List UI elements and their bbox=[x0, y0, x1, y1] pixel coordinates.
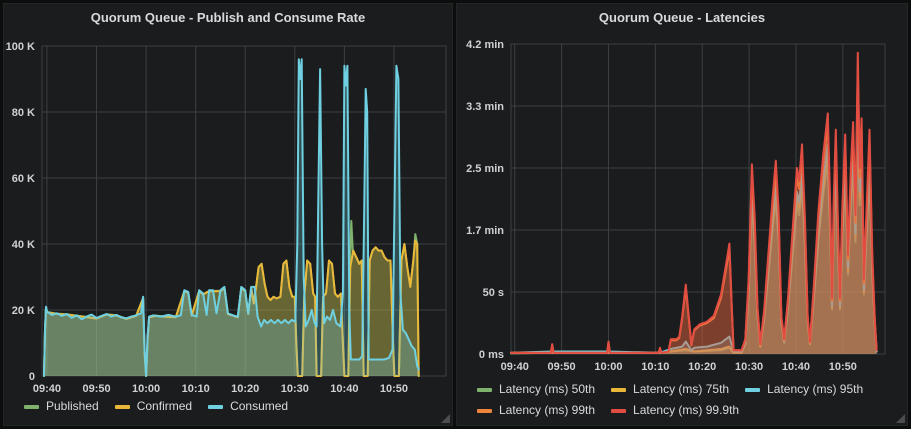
x-tick-label: 10:30 bbox=[735, 361, 763, 373]
x-tick-label: 10:10 bbox=[182, 383, 210, 395]
x-tick-label: 09:40 bbox=[501, 361, 529, 373]
legend-item-latency-ms-99th[interactable]: Latency (ms) 99th bbox=[477, 400, 595, 421]
legend-color-dash-icon bbox=[24, 405, 39, 409]
legend: Latency (ms) 50thLatency (ms) 75thLatenc… bbox=[477, 379, 897, 421]
legend-color-dash-icon bbox=[745, 388, 760, 392]
x-tick-label: 10:20 bbox=[231, 383, 259, 395]
latencies-chart[interactable]: 0 ms 50 s 1.7 min 2.5 min 3.3 min 4.2 min 09:4… bbox=[457, 4, 909, 427]
y-tick-label: 0 ms bbox=[479, 349, 504, 361]
y-tick-label: 1.7 min bbox=[466, 225, 504, 237]
legend-item-latency-ms-95th[interactable]: Latency (ms) 95th bbox=[745, 379, 863, 400]
x-tick-label: 10:00 bbox=[132, 383, 160, 395]
y-tick-label: 3.3 min bbox=[466, 101, 504, 113]
legend-color-dash-icon bbox=[115, 405, 130, 409]
y-tick-label: 20 K bbox=[12, 305, 35, 317]
legend-item-confirmed[interactable]: Confirmed bbox=[115, 396, 192, 417]
legend: Published Confirmed Consumed bbox=[24, 396, 442, 417]
legend-item-latency-ms-99-9th[interactable]: Latency (ms) 99.9th bbox=[611, 400, 739, 421]
y-tick-label: 80 K bbox=[12, 107, 35, 119]
legend-color-dash-icon bbox=[477, 388, 492, 392]
y-tick-label: 60 K bbox=[12, 173, 35, 185]
x-tick-label: 10:40 bbox=[330, 383, 358, 395]
legend-item-consumed[interactable]: Consumed bbox=[208, 396, 288, 417]
x-tick-label: 10:10 bbox=[641, 361, 669, 373]
x-tick-label: 10:50 bbox=[380, 383, 408, 395]
series-area-latency-ms-99-9th bbox=[511, 53, 877, 354]
publish-consume-chart[interactable]: 0 20 K 40 K 60 K 80 K 100 K 09:40 09:50 10:00 10:… bbox=[4, 4, 454, 427]
y-tick-label: 0 bbox=[29, 371, 35, 383]
legend-color-dash-icon bbox=[611, 409, 626, 413]
legend-item-latency-ms-50th[interactable]: Latency (ms) 50th bbox=[477, 379, 595, 400]
x-tick-label: 10:30 bbox=[281, 383, 309, 395]
x-tick-label: 10:20 bbox=[688, 361, 716, 373]
x-tick-label: 09:40 bbox=[33, 383, 61, 395]
y-tick-label: 50 s bbox=[483, 287, 504, 299]
y-tick-label: 100 K bbox=[6, 41, 35, 53]
x-tick-label: 09:50 bbox=[548, 361, 576, 373]
legend-color-dash-icon bbox=[477, 409, 492, 413]
panel-latencies: Quorum Queue - Latencies 0 ms50 s1.7 min… bbox=[456, 3, 908, 426]
x-tick-label: 10:50 bbox=[829, 361, 857, 373]
panel-publish-consume-rate: Quorum Queue - Publish and Consume Rate … bbox=[3, 3, 453, 426]
panel-resize-handle-icon[interactable] bbox=[896, 414, 905, 423]
y-tick-label: 4.2 min bbox=[466, 39, 504, 51]
y-tick-label: 2.5 min bbox=[466, 163, 504, 175]
legend-color-dash-icon bbox=[208, 405, 223, 409]
legend-color-dash-icon bbox=[611, 388, 626, 392]
grafana-dashboard: { "panels": [ { "title": "Quorum Queue -… bbox=[0, 0, 911, 429]
legend-item-published[interactable]: Published bbox=[24, 396, 99, 417]
x-tick-label: 10:00 bbox=[594, 361, 622, 373]
x-tick-label: 10:40 bbox=[782, 361, 810, 373]
y-tick-label: 40 K bbox=[12, 239, 35, 251]
panel-resize-handle-icon[interactable] bbox=[441, 414, 450, 423]
legend-item-latency-ms-75th[interactable]: Latency (ms) 75th bbox=[611, 379, 729, 400]
x-tick-label: 09:50 bbox=[82, 383, 110, 395]
